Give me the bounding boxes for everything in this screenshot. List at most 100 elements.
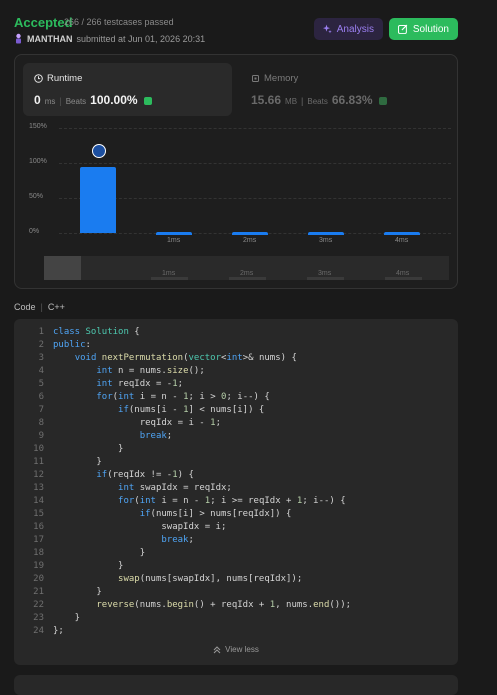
line-number: 8 xyxy=(38,418,44,428)
line-text: for(int i = n - 1; i >= reqIdx + 1; i--)… xyxy=(118,496,346,506)
chart-minimap[interactable]: 1ms 2ms 3ms 4ms xyxy=(44,256,449,280)
y-tick-label: 50% xyxy=(29,193,44,200)
view-less-button[interactable]: View less xyxy=(14,645,458,654)
code-line: 1 class Solution { xyxy=(14,326,351,339)
line-text: break; xyxy=(161,535,194,545)
line-text: } xyxy=(53,548,146,558)
memory-title[interactable]: Memory xyxy=(251,73,298,84)
code-line: 18 } xyxy=(14,547,351,560)
line-number: 24 xyxy=(33,626,44,636)
analysis-button[interactable]: Analysis xyxy=(314,18,383,40)
line-text: reqIdx = i - 1; xyxy=(53,418,221,428)
minimap-label: 4ms xyxy=(396,270,410,277)
line-text: if(reqIdx != -1) { xyxy=(96,470,194,480)
code-line: 5 int reqIdx = -1; xyxy=(14,378,351,391)
line-number: 18 xyxy=(33,548,44,558)
testcases-count: 266 / 266 testcases passed xyxy=(64,17,174,27)
line-text: } xyxy=(53,587,102,597)
line-number: 15 xyxy=(33,509,44,519)
line-number: 1 xyxy=(38,327,44,337)
code-line: 6 for(int i = n - 1; i > 0; i--) { xyxy=(14,391,351,404)
x-tick-label: 3ms xyxy=(319,237,333,244)
line-number: 9 xyxy=(38,431,44,441)
x-tick-label: 2ms xyxy=(243,237,257,244)
line-text: reverse(nums.begin() + reqIdx + 1, nums.… xyxy=(96,600,352,610)
code-line: 9 break; xyxy=(14,430,351,443)
x-tick-label: 4ms xyxy=(395,237,409,244)
minimap-label: 1ms xyxy=(162,270,176,277)
code-line: 8 reqIdx = i - 1; xyxy=(14,417,351,430)
line-text: swapIdx = i; xyxy=(53,522,227,532)
code-line: 7 if(nums[i - 1] < nums[i]) { xyxy=(14,404,351,417)
code-line: 21 } xyxy=(14,586,351,599)
line-number: 14 xyxy=(33,496,44,506)
sparkle-icon xyxy=(323,24,332,34)
line-text: class Solution { xyxy=(53,327,140,337)
line-text: void nextPermutation(vector<int>& nums) … xyxy=(74,353,297,363)
leaf-icon xyxy=(143,97,152,105)
runtime-card[interactable]: Runtime 0 ms | Beats 100.00% xyxy=(23,63,232,116)
line-number: 23 xyxy=(33,613,44,623)
minimap-label: 3ms xyxy=(318,270,332,277)
runtime-beats: 100.00% xyxy=(90,93,138,107)
code-line: 12 if(reqIdx != -1) { xyxy=(14,469,351,482)
line-text: swap(nums[swapIdx], nums[reqIdx]); xyxy=(118,574,303,584)
memory-value: 15.66 MB | Beats 66.83% xyxy=(251,93,387,107)
minimap-bar xyxy=(307,277,344,280)
chart-bar-1ms[interactable] xyxy=(156,231,192,235)
line-number: 22 xyxy=(33,600,44,610)
code-viewer[interactable]: 1 class Solution {2 public: 3 void nextPerm… xyxy=(14,319,458,665)
code-line: 22 reverse(nums.begin() + reqIdx + 1, nu… xyxy=(14,599,351,612)
solution-button[interactable]: Solution xyxy=(389,18,458,40)
grid-line xyxy=(59,163,451,164)
minimap-bar xyxy=(151,277,188,280)
code-lines: 1 class Solution {2 public: 3 void nextPerm… xyxy=(14,326,351,638)
line-text: for(int i = n - 1; i > 0; i--) { xyxy=(96,392,270,402)
line-text: } xyxy=(53,561,124,571)
code-line: 23 } xyxy=(14,612,351,625)
my-submission-marker[interactable] xyxy=(92,144,106,158)
line-text: int swapIdx = reqIdx; xyxy=(118,483,232,493)
code-line: 10 } xyxy=(14,443,351,456)
code-line: 3 void nextPermutation(vector<int>& nums… xyxy=(14,352,351,365)
line-text: if(nums[i - 1] < nums[i]) { xyxy=(118,405,265,415)
code-line: 16 swapIdx = i; xyxy=(14,521,351,534)
minimap-bar xyxy=(229,277,266,280)
code-header: Code | C++ xyxy=(14,302,65,312)
line-number: 11 xyxy=(33,457,44,467)
runtime-title: Runtime xyxy=(34,73,82,84)
submitted-time: submitted at Jun 01, 2026 20:31 xyxy=(76,33,206,44)
memory-beats: 66.83% xyxy=(331,93,373,107)
line-text: int reqIdx = -1; xyxy=(96,379,184,389)
chip-icon xyxy=(252,75,259,82)
line-text: } xyxy=(53,444,124,454)
line-text: } xyxy=(53,457,102,467)
username[interactable]: MANTHAN xyxy=(27,34,73,44)
chart-bar-3ms[interactable] xyxy=(308,231,344,235)
line-number: 3 xyxy=(38,353,44,363)
minimap-window[interactable] xyxy=(44,256,81,280)
code-line: 15 if(nums[i] > nums[reqIdx]) { xyxy=(14,508,351,521)
minimap-label: 2ms xyxy=(240,270,254,277)
stats-panel: Runtime 0 ms | Beats 100.00% Memory 15.6… xyxy=(14,54,458,289)
minimap-bar xyxy=(385,277,422,280)
next-section xyxy=(14,675,458,695)
chart-bar-0ms[interactable] xyxy=(80,166,116,233)
submission-meta: MANTHAN submitted at Jun 01, 2026 20:31 xyxy=(14,33,205,44)
code-line: 4 int n = nums.size(); xyxy=(14,365,351,378)
clock-icon xyxy=(34,74,43,83)
chart-bar-4ms[interactable] xyxy=(384,231,420,235)
code-line: 17 break; xyxy=(14,534,351,547)
line-number: 4 xyxy=(38,366,44,376)
code-language: C++ xyxy=(47,302,65,312)
runtime-value: 0 ms | Beats 100.00% xyxy=(34,93,152,107)
analysis-label: Analysis xyxy=(336,23,374,35)
line-text: } xyxy=(53,613,81,623)
line-number: 17 xyxy=(33,535,44,545)
code-line: 20 swap(nums[swapIdx], nums[reqIdx]); xyxy=(14,573,351,586)
chart-bar-2ms[interactable] xyxy=(232,231,268,235)
code-label: Code xyxy=(14,302,36,312)
chevron-up-icon xyxy=(213,645,221,653)
line-number: 19 xyxy=(33,561,44,571)
line-number: 5 xyxy=(38,379,44,389)
